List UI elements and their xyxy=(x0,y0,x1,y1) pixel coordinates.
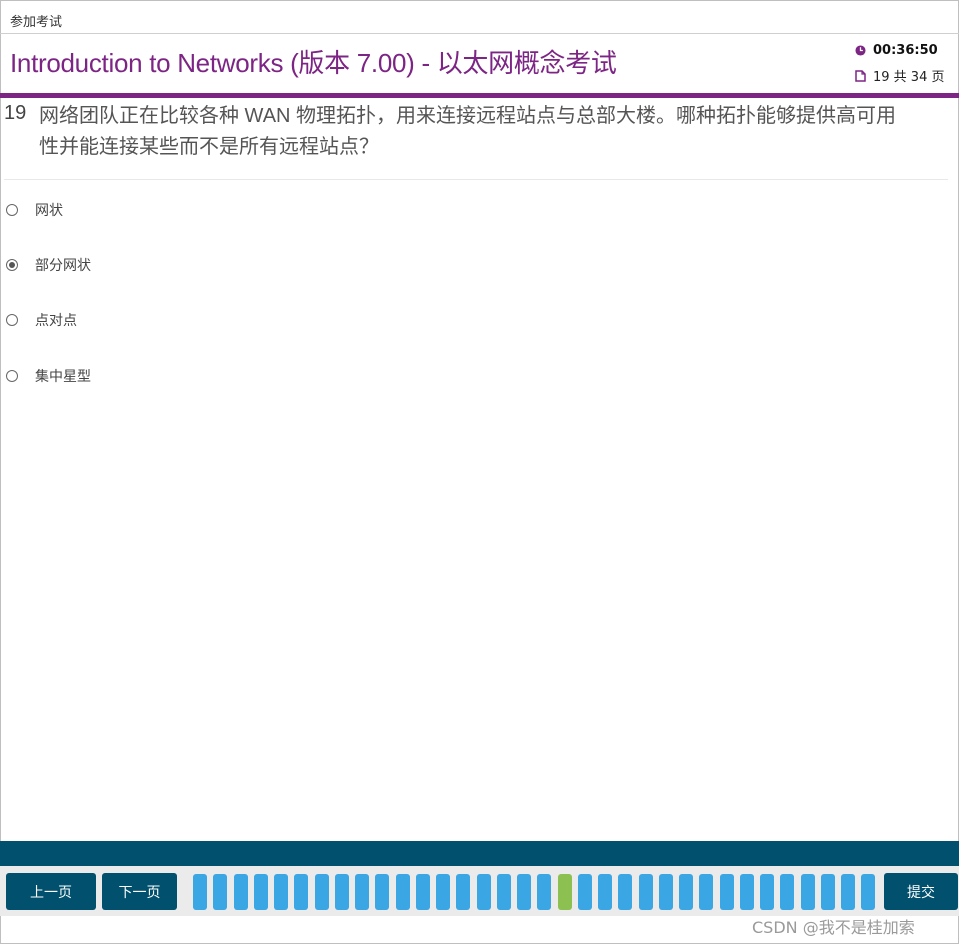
question-text: 网络团队正在比较各种 WAN 物理拓扑，用来连接远程站点与总部大楼。哪种拓扑能够… xyxy=(39,105,897,158)
previous-page-button[interactable]: 上一页 xyxy=(6,873,96,910)
question-tab-2[interactable] xyxy=(213,874,228,910)
question-number: 19 xyxy=(4,102,27,124)
question-tab-27[interactable] xyxy=(719,874,734,910)
option-mesh[interactable]: 网状 xyxy=(6,200,63,220)
timer-value: 00:36:50 xyxy=(873,43,938,58)
question-tab-34[interactable] xyxy=(861,874,876,910)
question-tab-12[interactable] xyxy=(415,874,430,910)
question-tab-28[interactable] xyxy=(739,874,754,910)
question-tab-22[interactable] xyxy=(618,874,633,910)
question-tab-30[interactable] xyxy=(780,874,795,910)
question-tab-18[interactable] xyxy=(537,874,552,910)
question-tab-17[interactable] xyxy=(517,874,531,910)
question-tab-8[interactable] xyxy=(334,874,349,910)
question-tab-32[interactable] xyxy=(820,874,835,910)
question-tab-31[interactable] xyxy=(800,874,815,910)
question-tab-5[interactable] xyxy=(274,874,288,910)
header-accent-bar xyxy=(0,93,959,98)
question-tab-4[interactable] xyxy=(253,874,268,910)
watermark: CSDN @我不是桂加索 xyxy=(752,918,915,937)
option-point-to-point[interactable]: 点对点 xyxy=(6,310,77,330)
option-radio[interactable] xyxy=(6,204,18,216)
next-page-button[interactable]: 下一页 xyxy=(102,873,177,910)
page-indicator-text: 19 共 34 页 xyxy=(873,70,945,85)
question-tab-7[interactable] xyxy=(314,874,329,910)
question-divider xyxy=(4,179,948,180)
option-radio[interactable] xyxy=(6,370,18,382)
question-tab-24[interactable] xyxy=(658,874,673,910)
question-tab-6[interactable] xyxy=(294,874,309,910)
question-tab-19[interactable] xyxy=(557,874,572,910)
exam-title: Introduction to Networks (版本 7.00) - 以太网… xyxy=(10,48,617,78)
option-radio[interactable] xyxy=(6,259,18,271)
question-tab-10[interactable] xyxy=(375,874,390,910)
option-partial-mesh[interactable]: 部分网状 xyxy=(6,255,91,275)
footer-bar xyxy=(0,841,959,866)
question-tab-25[interactable] xyxy=(679,874,693,910)
question-tab-21[interactable] xyxy=(598,874,612,910)
question-tab-15[interactable] xyxy=(476,874,491,910)
question-tab-3[interactable] xyxy=(233,874,248,910)
submit-button[interactable]: 提交 xyxy=(884,873,958,910)
header-divider xyxy=(0,33,959,34)
top-label: 参加考试 xyxy=(10,15,63,30)
question-tab-23[interactable] xyxy=(638,874,653,910)
question-tab-20[interactable] xyxy=(577,874,592,910)
option-label: 点对点 xyxy=(35,313,77,329)
option-label: 部分网状 xyxy=(35,258,91,274)
question-tab-9[interactable] xyxy=(355,874,369,910)
document-icon xyxy=(855,69,866,82)
option-label: 集中星型 xyxy=(35,369,91,385)
option-radio[interactable] xyxy=(6,314,18,326)
timer: 00:36:50 xyxy=(855,43,938,58)
question-tab-1[interactable] xyxy=(193,874,207,910)
question-tab-33[interactable] xyxy=(841,874,855,910)
question-tab-26[interactable] xyxy=(699,874,714,910)
option-label: 网状 xyxy=(35,203,63,219)
clock-icon xyxy=(855,45,866,56)
page-indicator: 19 共 34 页 xyxy=(855,66,944,85)
question-tab-14[interactable] xyxy=(456,874,471,910)
question-tab-13[interactable] xyxy=(436,874,450,910)
question-tab-29[interactable] xyxy=(760,874,774,910)
question-tab-11[interactable] xyxy=(395,874,410,910)
question-tab-16[interactable] xyxy=(496,874,511,910)
option-hub-and-spoke[interactable]: 集中星型 xyxy=(6,366,91,386)
